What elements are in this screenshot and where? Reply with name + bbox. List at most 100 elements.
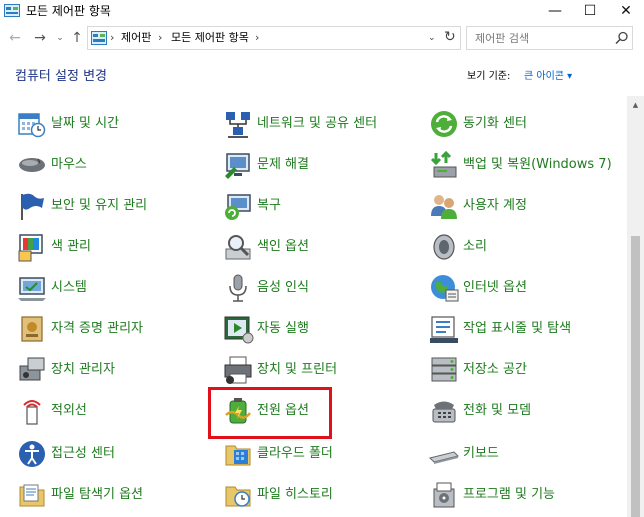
navigation-bar: ← → ⌄ ↑ › 제어판 › 모든 제어판 항목 › ⌄ ↻ [0, 22, 644, 54]
item-label: 클라우드 폴더 [257, 446, 333, 461]
item-label: 복구 [257, 198, 281, 213]
troubleshoot-icon [225, 153, 250, 179]
device-manager-icon [19, 357, 45, 381]
item-label: 작업 표시줄 및 탐색 [463, 321, 572, 336]
item-programs-features[interactable]: 프로그램 및 기능 [428, 479, 618, 511]
forward-button[interactable]: → [31, 29, 49, 47]
address-dropdown-button[interactable]: ⌄ [428, 30, 436, 46]
breadcrumb-separator[interactable]: › [158, 30, 162, 46]
item-security-maintenance[interactable]: 보안 및 유지 관리 [16, 190, 206, 222]
page-title: 컴퓨터 설정 변경 [15, 69, 107, 84]
item-color-management[interactable]: 색 관리 [16, 231, 206, 263]
item-user-accounts[interactable]: 사용자 계정 [428, 190, 618, 222]
control-panel-icon [4, 4, 20, 17]
item-autoplay[interactable]: 자동 실행 [222, 313, 412, 345]
item-storage-spaces[interactable]: 저장소 공간 [428, 354, 618, 386]
view-by-label: 보기 기준: [467, 71, 511, 82]
highlight-box [208, 387, 332, 439]
refresh-button[interactable]: ↻ [444, 28, 456, 46]
item-label: 소리 [463, 239, 487, 254]
item-label: 색 관리 [51, 239, 92, 254]
internet-icon [431, 275, 459, 302]
item-label: 장치 관리자 [51, 362, 115, 377]
flag-icon [21, 193, 44, 220]
breadcrumb-separator[interactable]: › [110, 30, 114, 46]
autoplay-icon [224, 316, 254, 344]
network-icon [226, 112, 250, 138]
infrared-icon [23, 400, 41, 425]
item-speech-recognition[interactable]: 음성 인식 [222, 272, 412, 304]
item-label: 키보드 [463, 446, 499, 461]
item-file-explorer-options[interactable]: 파일 탐색기 옵션 [16, 479, 206, 511]
taskbar-icon [430, 316, 458, 343]
item-internet-options[interactable]: 인터넷 옵션 [428, 272, 618, 304]
item-sound[interactable]: 소리 [428, 231, 618, 263]
item-infrared[interactable]: 적외선 [16, 395, 206, 427]
breadcrumb-control-panel[interactable]: 제어판 [121, 30, 151, 46]
item-backup-restore[interactable]: 백업 및 복원(Windows 7) [428, 149, 618, 181]
item-indexing-options[interactable]: 색인 옵션 [222, 231, 412, 263]
item-device-manager[interactable]: 장치 관리자 [16, 354, 206, 386]
item-label: 적외선 [51, 403, 87, 418]
mouse-icon [19, 158, 45, 172]
scroll-up-button[interactable]: ▲ [627, 96, 644, 113]
folder-options-icon [19, 484, 45, 507]
item-credential-manager[interactable]: 자격 증명 관리자 [16, 313, 206, 345]
item-label: 사용자 계정 [463, 198, 527, 213]
users-icon [431, 195, 457, 219]
credential-icon [21, 316, 43, 342]
view-by-dropdown[interactable]: 큰 아이콘 ▾ [524, 70, 572, 84]
search-icon[interactable] [615, 31, 629, 45]
item-label: 날짜 및 시간 [51, 116, 120, 131]
item-label: 시스템 [51, 280, 87, 295]
item-label: 색인 옵션 [257, 239, 309, 254]
programs-icon [433, 482, 455, 508]
item-label: 장치 및 프린터 [257, 362, 338, 377]
microphone-icon [229, 274, 247, 302]
maximize-button[interactable]: ☐ [572, 0, 608, 22]
storage-icon [431, 357, 457, 382]
item-label: 보안 및 유지 관리 [51, 198, 148, 213]
title-bar: 모든 제어판 항목 — ☐ ✕ [0, 0, 644, 22]
item-label: 동기화 센터 [463, 116, 527, 131]
work-folders-icon [225, 445, 251, 466]
item-label: 자동 실행 [257, 321, 309, 336]
item-keyboard[interactable]: 키보드 [428, 438, 618, 470]
item-troubleshooting[interactable]: 문제 해결 [222, 149, 412, 181]
scrollbar-thumb[interactable] [631, 236, 640, 517]
item-label: 파일 히스토리 [257, 487, 333, 502]
color-management-icon [18, 234, 43, 262]
search-input[interactable] [475, 30, 605, 46]
up-button[interactable]: ↑ [68, 29, 86, 47]
item-devices-printers[interactable]: 장치 및 프린터 [222, 354, 412, 386]
breadcrumb-all-items[interactable]: 모든 제어판 항목 [171, 30, 249, 46]
file-history-icon [225, 486, 251, 507]
recovery-icon [225, 194, 251, 220]
item-sync-center[interactable]: 동기화 센터 [428, 108, 618, 140]
item-label: 저장소 공간 [463, 362, 527, 377]
item-label: 백업 및 복원(Windows 7) [463, 157, 612, 172]
item-network-sharing[interactable]: 네트워크 및 공유 센터 [222, 108, 412, 140]
item-ease-of-access[interactable]: 접근성 센터 [16, 438, 206, 470]
recent-locations-button[interactable]: ⌄ [54, 29, 66, 47]
back-button[interactable]: ← [6, 29, 24, 47]
item-date-time[interactable]: 날짜 및 시간 [16, 108, 206, 140]
item-mouse[interactable]: 마우스 [16, 149, 206, 181]
item-file-history[interactable]: 파일 히스토리 [222, 479, 412, 511]
printer-icon [224, 356, 252, 384]
item-recovery[interactable]: 복구 [222, 190, 412, 222]
indexing-icon [225, 235, 251, 260]
breadcrumb-separator[interactable]: › [255, 30, 259, 46]
item-system[interactable]: 시스템 [16, 272, 206, 304]
vertical-scrollbar[interactable]: ▲ [627, 96, 644, 517]
search-box[interactable] [466, 26, 633, 50]
item-taskbar-navigation[interactable]: 작업 표시줄 및 탐색 [428, 313, 618, 345]
item-phone-modem[interactable]: 전화 및 모뎀 [428, 395, 618, 427]
address-bar[interactable]: › 제어판 › 모든 제어판 항목 › ⌄ ↻ [87, 26, 461, 50]
calendar-clock-icon [18, 113, 46, 138]
item-label: 음성 인식 [257, 280, 309, 295]
minimize-button[interactable]: — [537, 0, 573, 22]
close-button[interactable]: ✕ [608, 0, 644, 22]
item-label: 접근성 센터 [51, 446, 115, 461]
item-work-folders[interactable]: 클라우드 폴더 [222, 438, 412, 470]
